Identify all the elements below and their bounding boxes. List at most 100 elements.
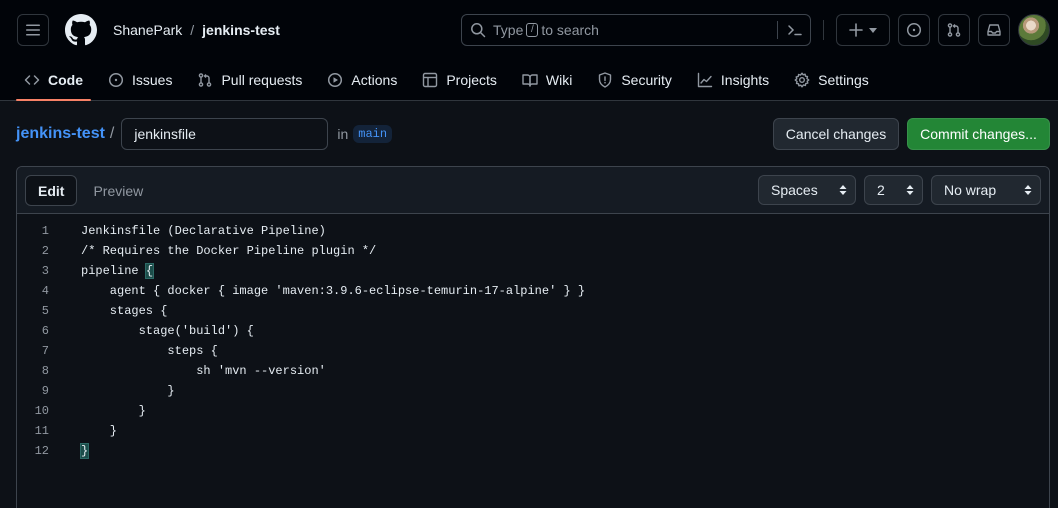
issue-opened-icon	[906, 22, 922, 38]
branch-badge[interactable]: main	[353, 125, 393, 143]
search-input[interactable]: Type / to search	[461, 14, 811, 46]
indent-size-select[interactable]: 2	[864, 175, 923, 205]
hamburger-icon	[26, 24, 40, 36]
tab-projects[interactable]: Projects	[414, 60, 505, 100]
plus-icon	[849, 23, 863, 37]
line-number: 11	[34, 424, 49, 438]
line-text: pipeline	[81, 264, 146, 278]
tab-issues[interactable]: Issues	[100, 60, 180, 100]
slash-key-hint: /	[526, 23, 539, 37]
in-label: in	[337, 126, 349, 142]
line-text: stage('build') {	[81, 324, 254, 338]
code-line: 1 Jenkinsfile (Declarative Pipeline)	[17, 221, 1049, 241]
line-number: 7	[41, 344, 49, 358]
line-text: sh 'mvn --version'	[81, 364, 326, 378]
cancel-changes-button[interactable]: Cancel changes	[773, 118, 899, 150]
code-line: 8 sh 'mvn --version'	[17, 361, 1049, 381]
code-line: 2 /* Requires the Docker Pipeline plugin …	[17, 241, 1049, 261]
tab-insights[interactable]: Insights	[689, 60, 777, 100]
select-arrows-icon	[906, 185, 914, 195]
wrap-mode-value: No wrap	[944, 182, 997, 198]
code-line: 7 steps {	[17, 341, 1049, 361]
git-pull-request-icon	[947, 23, 961, 37]
repo-nav-tabs: Code Issues Pull requests Actions Projec…	[16, 60, 886, 101]
command-palette-icon[interactable]	[786, 22, 804, 38]
tab-label: Pull requests	[221, 72, 303, 88]
tab-label: Security	[621, 72, 672, 88]
line-number: 5	[41, 304, 49, 318]
search-placeholder-after: to search	[541, 22, 599, 38]
line-number: 2	[41, 244, 49, 258]
tab-label: Actions	[351, 72, 398, 88]
graph-icon	[697, 72, 713, 88]
search-placeholder: Type / to search	[493, 22, 599, 38]
code-line: 10 }	[17, 401, 1049, 421]
editor-toolbar: jenkins-test / in main Cancel changes Co…	[16, 118, 1050, 150]
line-number: 6	[41, 324, 49, 338]
triangle-down-icon	[869, 27, 877, 33]
tab-edit[interactable]: Edit	[25, 175, 78, 206]
tab-pull-requests[interactable]: Pull requests	[189, 60, 310, 100]
shield-icon	[599, 72, 612, 88]
line-number: 10	[34, 404, 49, 418]
menu-button[interactable]	[17, 14, 49, 46]
book-icon	[522, 74, 538, 87]
indent-mode-value: Spaces	[771, 182, 818, 198]
tab-security[interactable]: Security	[589, 60, 680, 100]
line-number: 4	[41, 284, 49, 298]
code-line: 12}	[17, 441, 1049, 461]
inbox-icon	[987, 24, 1001, 36]
github-logo-icon[interactable]	[65, 14, 97, 46]
tab-label: Wiki	[545, 72, 573, 88]
code-line: 3 pipeline {	[17, 261, 1049, 281]
tab-code[interactable]: Code	[16, 60, 91, 101]
wrap-mode-select[interactable]: No wrap	[931, 175, 1041, 205]
user-avatar[interactable]	[1018, 14, 1050, 46]
indent-mode-select[interactable]: Spaces	[758, 175, 856, 205]
code-line: 4 agent { docker { image 'maven:3.9.6-ec…	[17, 281, 1049, 301]
search-icon	[471, 23, 486, 38]
select-arrows-icon	[1024, 185, 1032, 195]
breadcrumb-separator: /	[190, 22, 195, 38]
line-text: agent { docker { image 'maven:3.9.6-ecli…	[81, 284, 586, 298]
repo-link[interactable]: jenkins-test	[202, 22, 280, 38]
matched-brace: }	[79, 443, 90, 459]
repo-root-link[interactable]: jenkins-test	[16, 125, 105, 143]
line-text: stages {	[81, 304, 168, 318]
line-number: 1	[41, 224, 49, 238]
tab-preview[interactable]: Preview	[81, 175, 155, 206]
line-text: }	[81, 404, 146, 418]
code-editor: Edit Preview Spaces 2 No wrap 1 Jenkinsfi…	[16, 166, 1050, 508]
tab-label: Projects	[446, 72, 497, 88]
code-icon	[24, 75, 40, 85]
indent-size-value: 2	[877, 182, 885, 198]
filename-input[interactable]	[121, 118, 329, 150]
code-line: 5 stages {	[17, 301, 1049, 321]
your-pull-requests-button[interactable]	[938, 14, 970, 46]
select-arrows-icon	[839, 185, 847, 195]
editor-header: Edit Preview Spaces 2 No wrap	[17, 167, 1049, 214]
code-line: 6 stage('build') {	[17, 321, 1049, 341]
tab-label: Code	[48, 72, 83, 88]
matched-brace: {	[144, 263, 155, 279]
tab-wiki[interactable]: Wiki	[514, 60, 580, 100]
header-divider	[823, 20, 824, 40]
tab-settings[interactable]: Settings	[786, 60, 877, 100]
create-new-button[interactable]	[836, 14, 890, 46]
tab-label: Settings	[818, 72, 869, 88]
code-area[interactable]: 1 Jenkinsfile (Declarative Pipeline) 2 /* …	[17, 221, 1049, 461]
owner-link[interactable]: ShanePark	[113, 22, 182, 38]
tab-label: Insights	[720, 72, 770, 88]
gear-icon	[794, 72, 810, 88]
line-text: }	[81, 424, 118, 438]
notifications-button[interactable]	[978, 14, 1010, 46]
code-line: 9 }	[17, 381, 1049, 401]
line-text: Jenkinsfile (Declarative Pipeline)	[81, 224, 326, 238]
commit-changes-button[interactable]: Commit changes...	[907, 118, 1050, 150]
your-issues-button[interactable]	[898, 14, 930, 46]
file-path-breadcrumb: jenkins-test / in main	[16, 118, 393, 150]
global-header: ShanePark / jenkins-test Type / to searc…	[0, 0, 1058, 101]
line-number: 3	[41, 264, 49, 278]
line-number: 8	[41, 364, 49, 378]
tab-actions[interactable]: Actions	[319, 60, 405, 100]
